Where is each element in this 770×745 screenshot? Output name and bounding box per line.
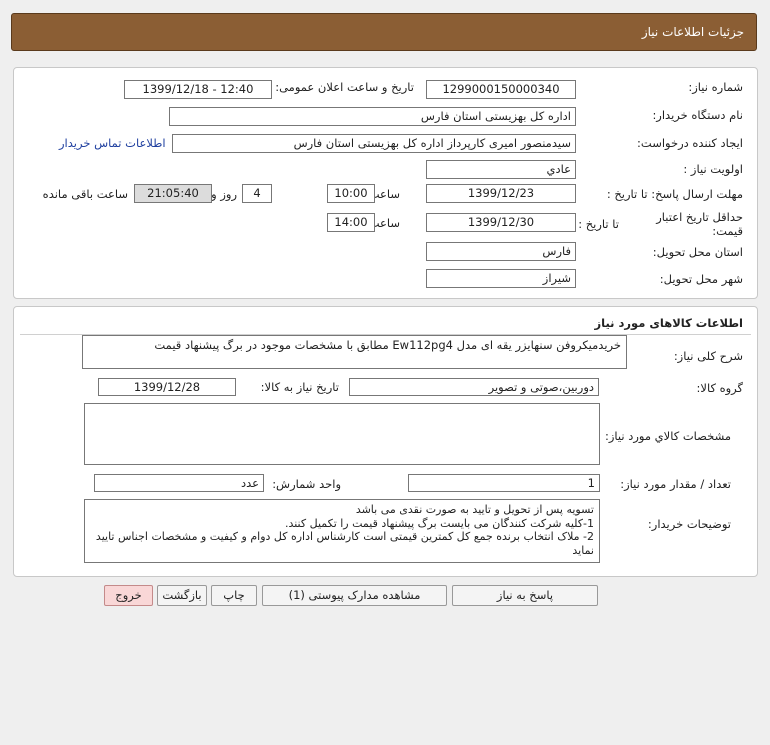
deadline-date-field: 1399/12/23 (426, 184, 576, 203)
notes-field: تسویه پس از تحویل و تایید به صورت نقدی م… (84, 499, 600, 563)
need-date-field: 1399/12/28 (98, 378, 236, 396)
validity-time-field: 14:00 (327, 213, 375, 232)
province-label: استان محل تحویل: (652, 245, 743, 259)
unit-field: عدد (94, 474, 264, 492)
remaining-label: ساعت باقی مانده (42, 187, 128, 201)
need-number-field: 1299000150000340 (426, 80, 576, 99)
notes-line-1: تسویه پس از تحویل و تایید به صورت نقدی م… (355, 503, 594, 516)
goods-info-panel: اطلاعات کالاهای مورد نیاز شرح کلی نیاز: … (13, 306, 758, 577)
remaining-time-field: 21:05:40 (134, 184, 212, 203)
specs-field (84, 403, 600, 465)
announce-field: 1399/12/18 - 12:40 (124, 80, 272, 99)
qty-field: 1 (408, 474, 600, 492)
notes-label: توضیحات خریدار: (647, 517, 731, 531)
goods-group-label: گروه کالا: (696, 381, 743, 395)
priority-label: اولویت نیاز : (683, 162, 743, 176)
announce-label: تاریخ و ساعت اعلان عمومی: (275, 80, 414, 94)
goods-section-title: اطلاعات کالاهای مورد نیاز (594, 316, 743, 330)
unit-label: واحد شمارش: (272, 477, 341, 491)
reply-button[interactable]: پاسخ به نیاز (452, 585, 598, 606)
province-field: فارس (426, 242, 576, 261)
priority-field: عادي (426, 160, 576, 179)
specs-label: مشخصات کالاي مورد نياز: (604, 429, 731, 443)
requester-label: ایجاد کننده درخواست: (637, 136, 743, 150)
exit-button[interactable]: خروج (104, 585, 153, 606)
validity-to-label: تا تاریخ : (578, 217, 619, 231)
need-desc-field: خریدمیکروفن سنهایزر یقه ای مدل Ew112pg4 … (82, 335, 627, 369)
contact-info-link[interactable]: اطلاعات تماس خریدار (59, 136, 166, 150)
days-remaining-field: 4 (242, 184, 272, 203)
need-info-panel: شماره نیاز: 1299000150000340 تاریخ و ساع… (13, 67, 758, 299)
page-title: جزئیات اطلاعات نیاز (641, 25, 744, 39)
print-button[interactable]: چاپ (211, 585, 257, 606)
attachments-button[interactable]: مشاهده مدارک پیوستی (1) (262, 585, 447, 606)
validity-label: حداقل تاریخ اعتبار قیمت: (656, 210, 743, 238)
validity-date-field: 1399/12/30 (426, 213, 576, 232)
notes-line-2: 1-کلیه شرکت کنندگان می بایست برگ پیشنهاد… (284, 516, 594, 530)
deadline-time-field: 10:00 (327, 184, 375, 203)
deadline-label: مهلت ارسال پاسخ: تا تاریخ : (606, 187, 743, 201)
city-field: شیراز (426, 269, 576, 288)
need-date-label: تاریخ نیاز به کالا: (260, 380, 339, 394)
need-number-label: شماره نیاز: (688, 80, 743, 94)
days-label: روز و (211, 187, 237, 201)
need-desc-label: شرح کلی نیاز: (673, 349, 743, 363)
requester-field: سیدمنصور امیری کارپرداز اداره کل بهزیستی… (172, 134, 576, 153)
buyer-org-field: اداره کل بهزیستی استان فارس (169, 107, 576, 126)
goods-group-field: دوربین،صوتی و تصویر (349, 378, 599, 396)
buyer-org-label: نام دستگاه خریدار: (652, 108, 743, 122)
back-button[interactable]: بازگشت (157, 585, 207, 606)
page-header: جزئیات اطلاعات نیاز (11, 13, 757, 51)
notes-line-3: 2- ملاک انتخاب برنده جمع کل کمترین قیمتی… (95, 530, 594, 557)
qty-label: تعداد / مقدار مورد نیاز: (620, 477, 731, 491)
city-label: شهر محل تحویل: (659, 272, 743, 286)
